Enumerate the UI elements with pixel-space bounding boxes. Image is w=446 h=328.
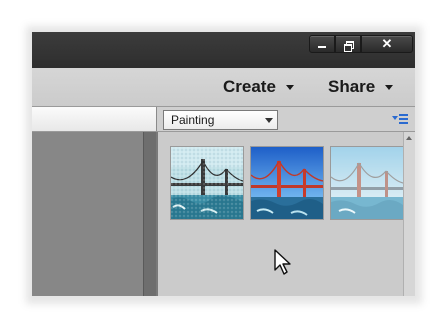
effects-panel-scrollbar[interactable] (403, 132, 415, 296)
effect-category-select[interactable]: Painting (163, 110, 278, 130)
left-panel-header (32, 107, 157, 131)
effect-thumbnail-1[interactable] (170, 146, 244, 220)
menu-line-icon (399, 118, 408, 120)
panel-divider (156, 107, 157, 131)
share-menu-label: Share (328, 77, 376, 96)
restore-icon (343, 40, 354, 52)
left-panel (32, 132, 143, 296)
menu-line-icon (399, 122, 408, 124)
chevron-down-icon (285, 85, 294, 91)
left-panel-scrollbar[interactable] (143, 132, 157, 296)
menu-line-icon (399, 114, 408, 116)
bridge-image-vivid (251, 147, 323, 219)
dropdown-arrow-icon (265, 118, 273, 123)
minimize-button[interactable] (309, 35, 335, 53)
share-menu[interactable]: Share (328, 76, 394, 98)
create-menu[interactable]: Create (223, 76, 294, 98)
effect-category-value: Painting (171, 113, 215, 127)
scroll-up-icon[interactable] (406, 136, 412, 140)
close-button[interactable]: ✕ (361, 35, 413, 53)
menu-arrow-icon (392, 116, 398, 120)
chevron-down-icon (385, 85, 394, 91)
effect-thumbnail-2[interactable] (250, 146, 324, 220)
panel-toolbar: Painting (32, 107, 415, 132)
app-window: ✕ Create Share Painting (32, 32, 415, 296)
restore-button[interactable] (335, 35, 361, 53)
panel-menu-icon[interactable] (392, 112, 410, 126)
title-bar: ✕ (32, 32, 415, 68)
create-menu-label: Create (223, 77, 276, 96)
menu-bar: Create Share (32, 68, 415, 107)
mouse-pointer-icon (274, 249, 291, 275)
bridge-image-faded (331, 147, 403, 219)
bridge-image-textured (171, 147, 243, 219)
minimize-icon (318, 45, 326, 48)
effect-thumbnail-3[interactable] (330, 146, 404, 220)
close-icon: ✕ (381, 36, 393, 51)
